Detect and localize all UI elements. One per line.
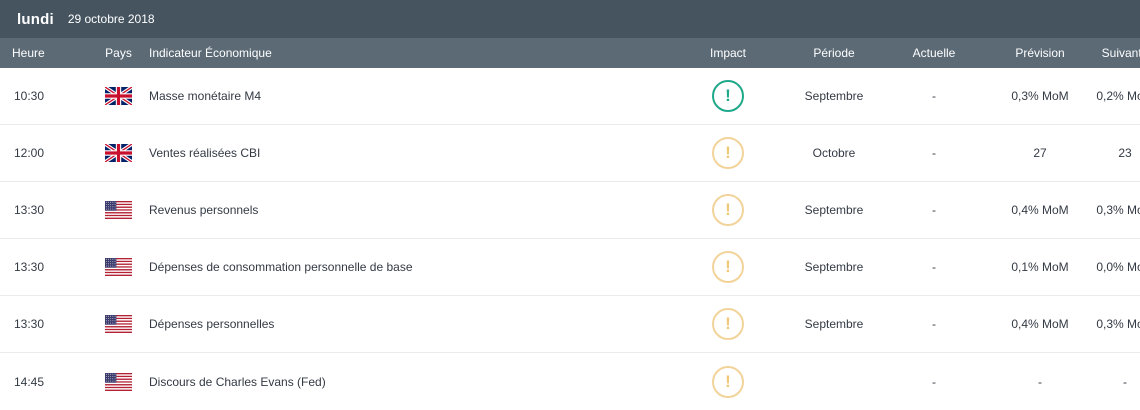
us-flag-icon xyxy=(105,315,132,333)
event-forecast: 0,1% MoM xyxy=(1011,260,1069,274)
header-impact: Impact xyxy=(709,46,746,60)
header-indicator: Indicateur Économique xyxy=(149,46,272,60)
event-actual: - xyxy=(932,203,936,217)
header-time: Heure xyxy=(12,46,45,60)
impact-cell: ! xyxy=(666,365,790,398)
us-flag-icon xyxy=(105,372,132,391)
event-forecast: 0,4% MoM xyxy=(1011,203,1069,217)
event-time: 12:00 xyxy=(14,146,45,160)
impact-cell: ! xyxy=(666,80,790,112)
impact-cell: ! xyxy=(666,137,790,169)
event-actual: - xyxy=(932,317,936,331)
event-forecast: 27 xyxy=(1033,146,1047,160)
table-row[interactable]: 13:30 Revenus personnels ! Septembre - 0… xyxy=(0,182,1140,239)
impact-cell: ! xyxy=(666,308,790,340)
table-row[interactable]: 10:30 Masse monétaire M4 ! Septembre - 0… xyxy=(0,68,1140,125)
event-indicator[interactable]: Dépenses de consommation personnelle de … xyxy=(149,260,666,274)
uk-flag-icon xyxy=(105,87,132,105)
table-row[interactable]: 12:00 Ventes réalisées CBI ! Octobre - 2… xyxy=(0,125,1140,182)
exclamation-icon: ! xyxy=(712,194,744,226)
us-flag-icon xyxy=(105,258,132,276)
header-previous: Suivante xyxy=(1101,46,1140,60)
event-indicator[interactable]: Dépenses personnelles xyxy=(149,317,666,331)
events-table-body: 10:30 Masse monétaire M4 ! Septembre - 0… xyxy=(0,68,1140,410)
event-time: 14:45 xyxy=(14,374,45,389)
event-period: Octobre xyxy=(812,146,856,160)
event-period: Septembre xyxy=(804,89,864,103)
event-time: 13:30 xyxy=(14,317,45,331)
header-period: Période xyxy=(813,46,855,60)
event-actual: - xyxy=(932,146,936,160)
header-country: Pays xyxy=(105,46,132,60)
event-period: Septembre xyxy=(804,260,864,274)
exclamation-icon: ! xyxy=(712,365,744,398)
event-indicator[interactable]: Revenus personnels xyxy=(149,203,666,217)
country-flag-cell xyxy=(88,201,149,219)
event-previous: 0,3% MoM xyxy=(1096,317,1140,331)
header-actual: Actuelle xyxy=(912,46,956,60)
event-period: Septembre xyxy=(804,203,864,217)
exclamation-icon: ! xyxy=(712,308,744,340)
impact-cell: ! xyxy=(666,251,790,283)
event-actual: - xyxy=(932,89,936,103)
event-actual: - xyxy=(932,374,936,389)
country-flag-cell xyxy=(88,258,149,276)
event-time: 13:30 xyxy=(14,203,45,217)
exclamation-icon: ! xyxy=(712,80,744,112)
table-row[interactable]: 14:45 Discours de Charles Evans (Fed) ! … xyxy=(0,353,1140,410)
country-flag-cell xyxy=(88,87,149,105)
event-indicator[interactable]: Discours de Charles Evans (Fed) xyxy=(149,375,666,389)
event-previous: 23 xyxy=(1118,146,1132,160)
country-flag-cell xyxy=(88,144,149,162)
day-name: lundi xyxy=(17,10,54,28)
event-previous: 0,2% MoM xyxy=(1096,89,1140,103)
table-row[interactable]: 13:30 Dépenses personnelles ! Septembre … xyxy=(0,296,1140,353)
header-forecast: Prévision xyxy=(1015,46,1065,60)
uk-flag-icon xyxy=(105,144,132,162)
day-header: lundi 29 octobre 2018 xyxy=(0,0,1140,38)
event-indicator[interactable]: Masse monétaire M4 xyxy=(149,89,666,103)
exclamation-icon: ! xyxy=(712,251,744,283)
event-forecast: 0,3% MoM xyxy=(1011,89,1069,103)
us-flag-icon xyxy=(105,201,132,219)
event-forecast: 0,4% MoM xyxy=(1011,317,1069,331)
table-row[interactable]: 13:30 Dépenses de consommation personnel… xyxy=(0,239,1140,296)
event-indicator[interactable]: Ventes réalisées CBI xyxy=(149,146,666,160)
country-flag-cell xyxy=(88,315,149,333)
country-flag-cell xyxy=(88,372,149,391)
day-date: 29 octobre 2018 xyxy=(67,12,155,26)
event-previous: 0,0% MoM xyxy=(1096,260,1140,274)
event-previous: - xyxy=(1123,374,1127,389)
event-forecast: - xyxy=(1038,374,1042,389)
table-header: Heure Pays Indicateur Économique Impact … xyxy=(0,38,1140,68)
event-time: 13:30 xyxy=(14,260,45,274)
impact-cell: ! xyxy=(666,194,790,226)
event-time: 10:30 xyxy=(14,89,45,103)
event-period: Septembre xyxy=(804,317,864,331)
exclamation-icon: ! xyxy=(712,137,744,169)
event-actual: - xyxy=(932,260,936,274)
event-previous: 0,3% MoM xyxy=(1096,203,1140,217)
